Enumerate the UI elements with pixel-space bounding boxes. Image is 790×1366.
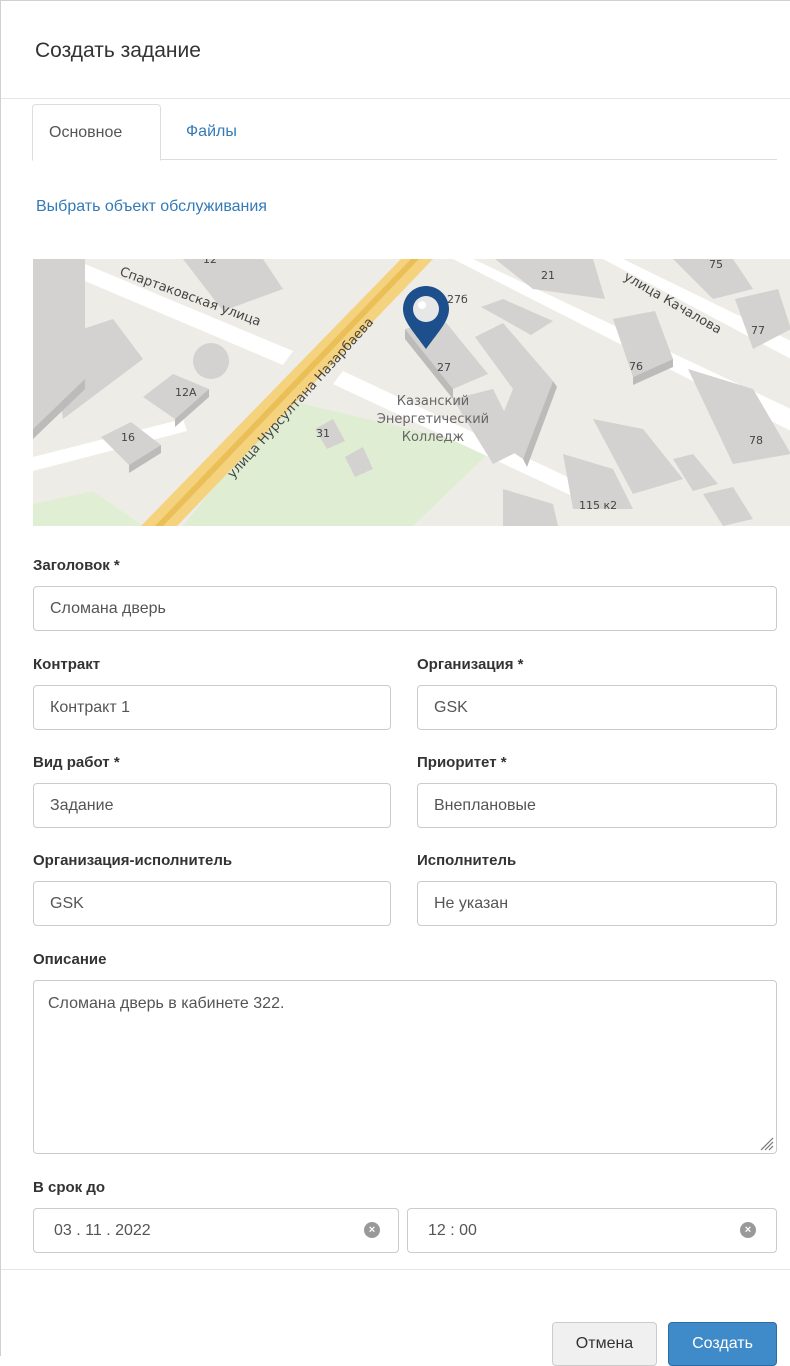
- priority-label: Приоритет *: [417, 754, 507, 771]
- tab-bar: Основное Файлы: [32, 104, 777, 161]
- deadline-date-value: 03 . 11 . 2022: [54, 1222, 151, 1239]
- create-button[interactable]: Создать: [668, 1322, 777, 1366]
- executor-org-field[interactable]: [33, 881, 391, 926]
- map-house-78: 78: [749, 434, 763, 447]
- executor-org-label: Организация-исполнитель: [33, 852, 233, 869]
- executor-field[interactable]: [417, 881, 777, 926]
- map-house-27: 27: [437, 361, 451, 374]
- work-type-field[interactable]: [33, 783, 391, 828]
- clear-time-icon[interactable]: ×: [740, 1222, 756, 1238]
- map-house-76: 76: [629, 360, 643, 373]
- deadline-time-value: 12 : 00: [428, 1222, 477, 1239]
- map-house-16: 16: [121, 431, 135, 444]
- deadline-date-input[interactable]: 03 . 11 . 2022 ×: [33, 1208, 399, 1253]
- title-input[interactable]: [33, 586, 777, 631]
- deadline-time-input[interactable]: 12 : 00 ×: [407, 1208, 777, 1253]
- map-house-12a: 12А: [175, 386, 197, 399]
- tab-main[interactable]: Основное: [32, 104, 161, 161]
- modal-header: Создать задание: [1, 1, 790, 99]
- map-place-label-line3: Колледж: [402, 430, 465, 445]
- map-place-label-line2: Энергетический: [377, 412, 489, 427]
- deadline-label: В срок до: [33, 1179, 106, 1196]
- work-type-label: Вид работ *: [33, 754, 120, 771]
- select-service-object-link[interactable]: Выбрать объект обслуживания: [36, 198, 267, 216]
- resize-grip-icon[interactable]: [758, 1135, 774, 1151]
- cancel-button[interactable]: Отмена: [552, 1322, 657, 1366]
- map-house-77: 77: [751, 324, 765, 337]
- map-house-12: 12: [203, 259, 217, 266]
- modal-title: Создать задание: [35, 39, 201, 62]
- description-label: Описание: [33, 951, 107, 968]
- contract-field[interactable]: [33, 685, 391, 730]
- create-task-modal: Создать задание Основное Файлы Выбрать о…: [0, 0, 790, 1366]
- clear-date-icon[interactable]: ×: [364, 1222, 380, 1238]
- description-textarea[interactable]: Сломана дверь в кабинете 322.: [33, 980, 777, 1154]
- executor-label: Исполнитель: [417, 852, 517, 869]
- modal-footer-divider: [1, 1269, 790, 1270]
- map-house-31: 31: [316, 427, 330, 440]
- tab-files[interactable]: Файлы: [170, 104, 253, 160]
- map-house-75: 75: [709, 259, 723, 271]
- map-house-27b: 27б: [447, 293, 468, 306]
- map-place-label-line1: Казанский: [397, 394, 469, 409]
- map-canvas: Спартаковская улица улица Нурсултана Наз…: [33, 259, 790, 526]
- organization-label: Организация *: [417, 656, 524, 673]
- location-map[interactable]: Спартаковская улица улица Нурсултана Наз…: [33, 259, 790, 526]
- priority-field[interactable]: [417, 783, 777, 828]
- map-house-21: 21: [541, 269, 555, 282]
- title-label: Заголовок *: [33, 557, 120, 574]
- map-house-115k2: 115 к2: [579, 499, 617, 512]
- organization-field[interactable]: [417, 685, 777, 730]
- contract-label: Контракт: [33, 656, 101, 673]
